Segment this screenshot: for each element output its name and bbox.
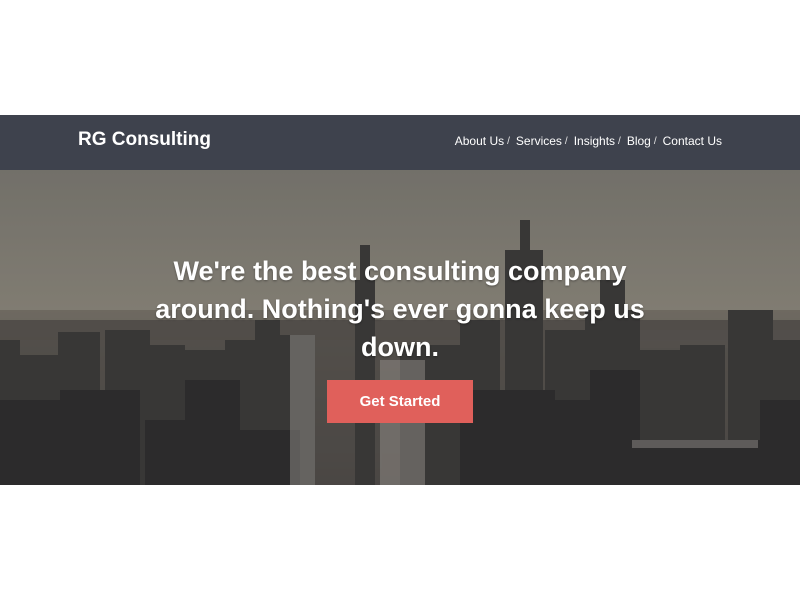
- nav-insights[interactable]: Insights: [574, 134, 615, 149]
- get-started-button[interactable]: Get Started: [327, 380, 473, 423]
- nav-about-us[interactable]: About Us: [455, 134, 504, 149]
- hero-section: We're the best consulting company around…: [0, 170, 800, 485]
- nav-separator: /: [507, 136, 510, 147]
- nav-blog[interactable]: Blog: [627, 134, 651, 149]
- page: RG Consulting About Us / Services / Insi…: [0, 0, 800, 600]
- hero-headline: We're the best consulting company around…: [155, 256, 645, 362]
- nav-contact-us[interactable]: Contact Us: [663, 134, 722, 149]
- nav-separator: /: [564, 136, 568, 147]
- nav-services[interactable]: Services: [516, 134, 562, 149]
- nav-separator: /: [618, 136, 621, 147]
- site-header: RG Consulting About Us / Services / Insi…: [0, 115, 800, 170]
- brand-logo[interactable]: RG Consulting: [78, 129, 211, 151]
- nav-separator: /: [653, 136, 657, 147]
- main-nav: About Us / Services / Insights / Blog / …: [455, 134, 722, 149]
